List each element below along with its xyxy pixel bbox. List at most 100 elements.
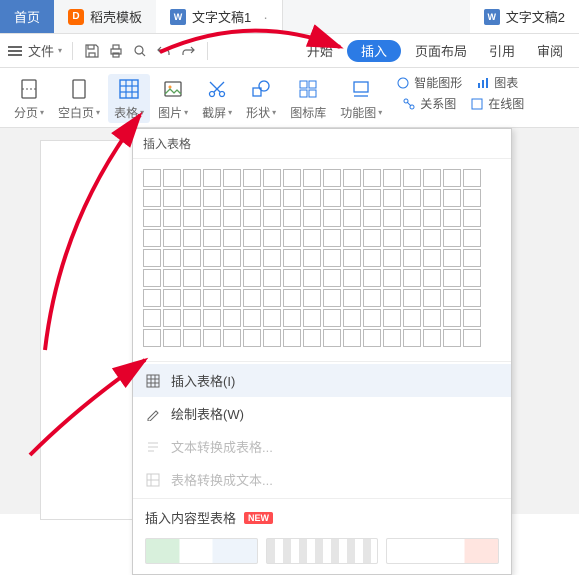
grid-cell[interactable]: [403, 209, 421, 227]
grid-cell[interactable]: [203, 169, 221, 187]
tab-home[interactable]: 首页: [0, 0, 54, 33]
grid-cell[interactable]: [383, 229, 401, 247]
print-icon[interactable]: [107, 42, 125, 60]
grid-cell[interactable]: [363, 309, 381, 327]
grid-cell[interactable]: [403, 189, 421, 207]
grid-cell[interactable]: [283, 309, 301, 327]
grid-cell[interactable]: [403, 169, 421, 187]
grid-cell[interactable]: [443, 329, 461, 347]
grid-cell[interactable]: [423, 229, 441, 247]
grid-cell[interactable]: [343, 249, 361, 267]
grid-cell[interactable]: [463, 309, 481, 327]
grid-cell[interactable]: [363, 169, 381, 187]
grid-cell[interactable]: [383, 189, 401, 207]
grid-cell[interactable]: [163, 209, 181, 227]
grid-cell[interactable]: [363, 269, 381, 287]
grid-cell[interactable]: [263, 229, 281, 247]
grid-cell[interactable]: [443, 189, 461, 207]
grid-cell[interactable]: [363, 289, 381, 307]
menu-reference[interactable]: 引用: [481, 41, 523, 60]
grid-cell[interactable]: [243, 229, 261, 247]
grid-cell[interactable]: [223, 209, 241, 227]
grid-cell[interactable]: [243, 289, 261, 307]
grid-cell[interactable]: [383, 209, 401, 227]
grid-cell[interactable]: [243, 209, 261, 227]
grid-cell[interactable]: [163, 169, 181, 187]
online-pic-button[interactable]: 在线图: [470, 95, 524, 112]
menu-icon[interactable]: [8, 44, 22, 58]
grid-cell[interactable]: [283, 289, 301, 307]
save-icon[interactable]: [83, 42, 101, 60]
file-menu[interactable]: 文件 ▾: [28, 41, 62, 60]
grid-cell[interactable]: [143, 309, 161, 327]
grid-cell[interactable]: [263, 329, 281, 347]
grid-cell[interactable]: [163, 309, 181, 327]
grid-cell[interactable]: [143, 329, 161, 347]
grid-cell[interactable]: [443, 249, 461, 267]
grid-cell[interactable]: [183, 229, 201, 247]
grid-cell[interactable]: [283, 189, 301, 207]
grid-cell[interactable]: [383, 309, 401, 327]
grid-cell[interactable]: [343, 269, 361, 287]
grid-cell[interactable]: [203, 329, 221, 347]
grid-cell[interactable]: [323, 249, 341, 267]
draw-table-item[interactable]: 绘制表格(W): [133, 397, 511, 430]
grid-cell[interactable]: [343, 309, 361, 327]
grid-cell[interactable]: [283, 169, 301, 187]
grid-cell[interactable]: [383, 269, 401, 287]
feature-button[interactable]: 功能图▾: [334, 74, 388, 123]
grid-cell[interactable]: [243, 249, 261, 267]
close-icon[interactable]: ·: [263, 9, 268, 25]
grid-cell[interactable]: [183, 309, 201, 327]
grid-cell[interactable]: [183, 289, 201, 307]
table-size-grid[interactable]: [133, 159, 511, 359]
grid-cell[interactable]: [423, 269, 441, 287]
grid-cell[interactable]: [183, 169, 201, 187]
grid-cell[interactable]: [443, 309, 461, 327]
menu-start[interactable]: 开始: [299, 41, 341, 60]
grid-cell[interactable]: [203, 289, 221, 307]
grid-cell[interactable]: [263, 289, 281, 307]
grid-cell[interactable]: [323, 309, 341, 327]
grid-cell[interactable]: [283, 249, 301, 267]
grid-cell[interactable]: [303, 189, 321, 207]
menu-review[interactable]: 审阅: [529, 41, 571, 60]
grid-cell[interactable]: [163, 289, 181, 307]
grid-cell[interactable]: [383, 329, 401, 347]
tab-document-2[interactable]: W 文字文稿2: [470, 0, 579, 33]
tab-dk-templates[interactable]: D 稻壳模板: [54, 0, 156, 33]
grid-cell[interactable]: [203, 189, 221, 207]
grid-cell[interactable]: [463, 189, 481, 207]
grid-cell[interactable]: [323, 209, 341, 227]
grid-cell[interactable]: [283, 269, 301, 287]
preview-icon[interactable]: [131, 42, 149, 60]
grid-cell[interactable]: [243, 269, 261, 287]
icon-library-button[interactable]: 图标库: [284, 74, 332, 123]
grid-cell[interactable]: [223, 169, 241, 187]
shapes-button[interactable]: 形状▾: [240, 74, 282, 123]
grid-cell[interactable]: [343, 189, 361, 207]
grid-cell[interactable]: [463, 169, 481, 187]
grid-cell[interactable]: [423, 169, 441, 187]
grid-cell[interactable]: [183, 269, 201, 287]
grid-cell[interactable]: [403, 289, 421, 307]
chart-button[interactable]: 图表: [476, 74, 518, 91]
menu-insert[interactable]: 插入: [347, 40, 401, 62]
grid-cell[interactable]: [303, 309, 321, 327]
grid-cell[interactable]: [163, 189, 181, 207]
grid-cell[interactable]: [323, 229, 341, 247]
grid-cell[interactable]: [183, 189, 201, 207]
grid-cell[interactable]: [283, 209, 301, 227]
page-break-button[interactable]: 分页▾: [8, 74, 50, 123]
grid-cell[interactable]: [423, 309, 441, 327]
grid-cell[interactable]: [143, 169, 161, 187]
grid-cell[interactable]: [343, 209, 361, 227]
grid-cell[interactable]: [403, 269, 421, 287]
grid-cell[interactable]: [303, 329, 321, 347]
grid-cell[interactable]: [363, 329, 381, 347]
grid-cell[interactable]: [403, 249, 421, 267]
menu-page-layout[interactable]: 页面布局: [407, 41, 475, 60]
grid-cell[interactable]: [223, 229, 241, 247]
grid-cell[interactable]: [263, 169, 281, 187]
grid-cell[interactable]: [383, 169, 401, 187]
